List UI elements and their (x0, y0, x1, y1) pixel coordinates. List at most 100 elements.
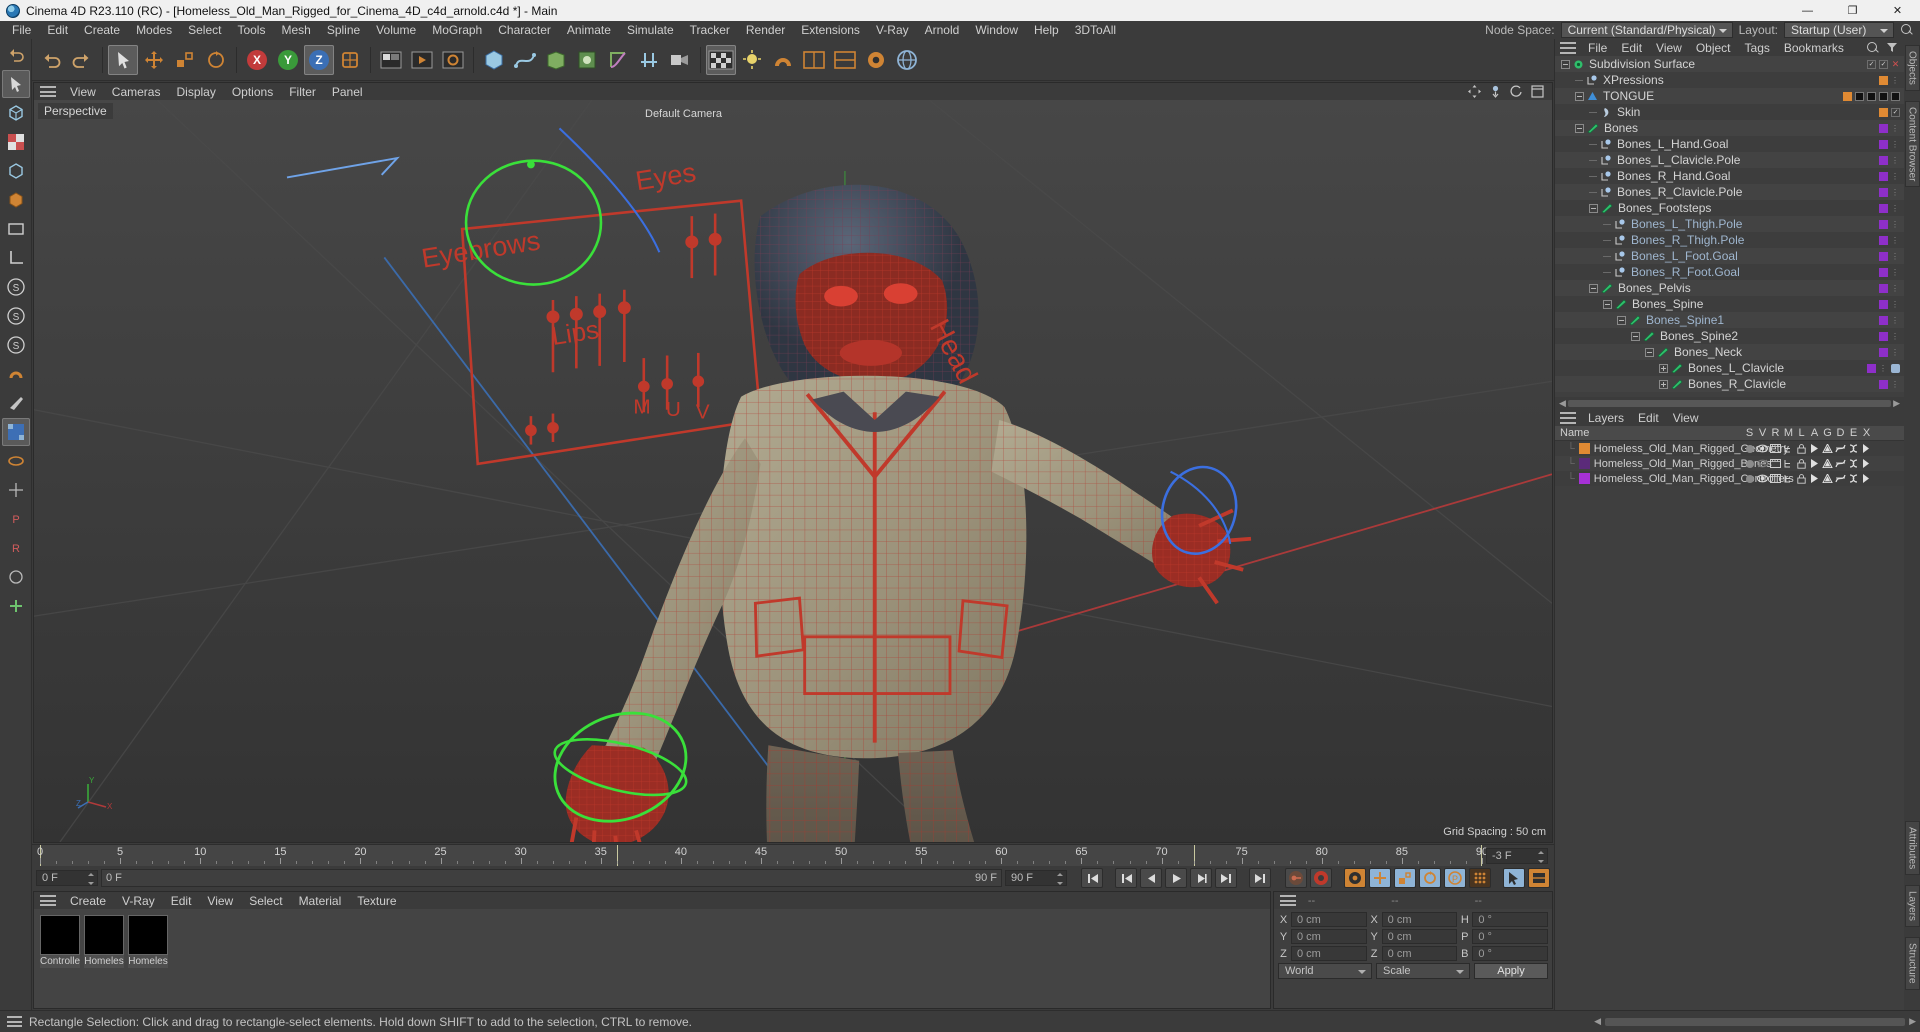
toolbar-light-button[interactable] (737, 45, 767, 75)
menu-help[interactable]: Help (1026, 22, 1067, 38)
record-parameter-button[interactable]: P (1444, 868, 1466, 888)
material-list[interactable]: Controlle Homeles Homeles (34, 909, 1270, 1008)
layer-animation-toggle[interactable] (1808, 474, 1821, 483)
pan-view-icon[interactable] (1468, 85, 1481, 98)
side-tab-layers[interactable]: Layers (1904, 885, 1920, 928)
minimize-button[interactable]: — (1785, 0, 1830, 21)
toolbar-move-button[interactable] (139, 45, 169, 75)
layers-menu-edit[interactable]: Edit (1631, 411, 1666, 425)
object-tag-column[interactable]: ⋮ (1879, 136, 1904, 152)
objmgr-filter-icon[interactable] (1886, 41, 1898, 55)
apply-button[interactable]: Apply (1474, 963, 1548, 979)
coordinates-burger-icon[interactable] (1280, 895, 1296, 906)
toolbar-cube-primitive-button[interactable] (479, 45, 509, 75)
end-frame-spinner[interactable] (1057, 873, 1064, 885)
layer-lock-toggle[interactable] (1795, 443, 1808, 454)
layers-menu-view[interactable]: View (1666, 411, 1706, 425)
layer-deformers-toggle[interactable] (1834, 474, 1847, 483)
autokey-button[interactable] (1285, 868, 1307, 888)
tool-subdivision-s1[interactable]: S (2, 273, 30, 301)
timeline-toggle-button[interactable] (1528, 868, 1550, 888)
layer-visible-toggle[interactable] (1756, 474, 1769, 483)
object-tag-column[interactable]: ✓ (1879, 104, 1904, 120)
coord-size-x-field[interactable]: 0 cm (1381, 912, 1458, 927)
object-tree-row[interactable]: TONGUE (1555, 88, 1904, 104)
expander-icon[interactable] (1603, 299, 1612, 309)
viewport-burger-icon[interactable] (40, 86, 56, 97)
layer-row[interactable]: └ Homeless_Old_Man_Rigged_Geometry (1555, 441, 1904, 456)
tool-rectangle[interactable] (2, 215, 30, 243)
layer-rows[interactable]: └ Homeless_Old_Man_Rigged_Geometry └ Homele… (1555, 441, 1904, 486)
toolbar-camera-button[interactable] (665, 45, 695, 75)
layer-manager-toggle[interactable] (1782, 459, 1795, 468)
toolbar-redo-button[interactable] (67, 45, 97, 75)
layout-dropdown[interactable]: Startup (User) (1784, 22, 1894, 38)
menu-simulate[interactable]: Simulate (619, 22, 682, 38)
object-tree-row[interactable]: Bones_R_Clavicle.Pole ⋮ (1555, 184, 1904, 200)
layer-xref-toggle[interactable] (1860, 474, 1873, 483)
layer-manager-burger-icon[interactable] (1560, 411, 1576, 424)
layer-empty-area[interactable] (1555, 486, 1904, 1010)
object-tree-row[interactable]: XPressions ⋮ (1555, 72, 1904, 88)
viewport-menu-options[interactable]: Options (224, 85, 281, 99)
toolbar-nurbs-button[interactable] (541, 45, 571, 75)
keyframe-settings-button[interactable] (1344, 868, 1366, 888)
menu-mograph[interactable]: MoGraph (424, 22, 490, 38)
object-tag-column[interactable]: ✓ ✓ ✕ (1867, 56, 1904, 72)
tool-sphere-small[interactable] (2, 563, 30, 591)
layer-expressions-toggle[interactable] (1847, 444, 1860, 453)
go-to-previous-key-button[interactable] (1115, 868, 1137, 888)
object-tree-hscroll[interactable]: ◀ ▶ (1555, 397, 1904, 409)
layer-deformers-toggle[interactable] (1834, 444, 1847, 453)
material-swatch[interactable] (40, 915, 80, 955)
expander-icon[interactable] (1659, 379, 1668, 389)
menu-tracker[interactable]: Tracker (682, 22, 738, 38)
layer-expressions-toggle[interactable] (1847, 474, 1860, 483)
tool-angle[interactable] (2, 244, 30, 272)
record-scale-button[interactable] (1394, 868, 1416, 888)
tool-magnet[interactable] (2, 360, 30, 388)
object-tag-column[interactable]: ⋮ (1879, 344, 1904, 360)
expander-icon[interactable] (1659, 363, 1668, 373)
tool-checker[interactable] (2, 128, 30, 156)
layer-row[interactable]: └ Homeless_Old_Man_Rigged_Bones (1555, 456, 1904, 471)
viewport-menu-cameras[interactable]: Cameras (104, 85, 169, 99)
record-rotation-button[interactable] (1419, 868, 1441, 888)
object-tag-column[interactable]: ⋮ (1879, 264, 1904, 280)
expander-icon[interactable] (1561, 59, 1570, 69)
toolbar-rotate-button[interactable] (201, 45, 231, 75)
expander-icon[interactable] (1575, 123, 1584, 133)
toolbar-scale-button[interactable] (170, 45, 200, 75)
toolbar-x-axis-lock[interactable]: X (242, 45, 272, 75)
object-tree-row[interactable]: Bones_L_Foot.Goal ⋮ (1555, 248, 1904, 264)
objmgr-menu-file[interactable]: File (1581, 41, 1614, 55)
step-back-button[interactable] (1140, 868, 1162, 888)
menu-character[interactable]: Character (490, 22, 559, 38)
object-tag-column[interactable]: ⋮ (1879, 152, 1904, 168)
object-tree-row[interactable]: Bones_Spine ⋮ (1555, 296, 1904, 312)
expander-icon[interactable] (1575, 91, 1584, 101)
keyframe-selection-button[interactable] (1503, 868, 1525, 888)
tool-p-red[interactable]: P (2, 505, 30, 533)
node-space-dropdown[interactable]: Current (Standard/Physical) (1560, 22, 1733, 38)
object-tree-row[interactable]: Bones_Pelvis ⋮ (1555, 280, 1904, 296)
object-tree-row[interactable]: Bones_R_Clavicle ⋮ (1555, 376, 1904, 392)
menu-create[interactable]: Create (76, 22, 128, 38)
expander-icon[interactable] (1589, 203, 1598, 213)
coord-size-z-field[interactable]: 0 cm (1381, 946, 1458, 961)
expander-icon[interactable] (1631, 331, 1640, 341)
layer-lock-toggle[interactable] (1795, 473, 1808, 484)
layer-lock-toggle[interactable] (1795, 458, 1808, 469)
menu-extensions[interactable]: Extensions (793, 22, 868, 38)
layer-color-chip[interactable] (1578, 473, 1590, 484)
object-tag-column[interactable]: ⋮ (1879, 280, 1904, 296)
tool-mesh-checker[interactable] (1, 418, 30, 446)
object-tree-row[interactable]: Bones_L_Thigh.Pole ⋮ (1555, 216, 1904, 232)
toolbar-environment-button[interactable] (634, 45, 664, 75)
object-tree-row[interactable]: Bones_L_Clavicle ⋮ (1555, 360, 1904, 376)
layer-solo-toggle[interactable] (1743, 459, 1756, 468)
object-tag-column[interactable]: ⋮ (1879, 328, 1904, 344)
material-menu-view[interactable]: View (199, 894, 241, 908)
side-tab-attributes[interactable]: Attributes (1904, 821, 1920, 876)
object-tree-row[interactable]: Bones_Neck ⋮ (1555, 344, 1904, 360)
